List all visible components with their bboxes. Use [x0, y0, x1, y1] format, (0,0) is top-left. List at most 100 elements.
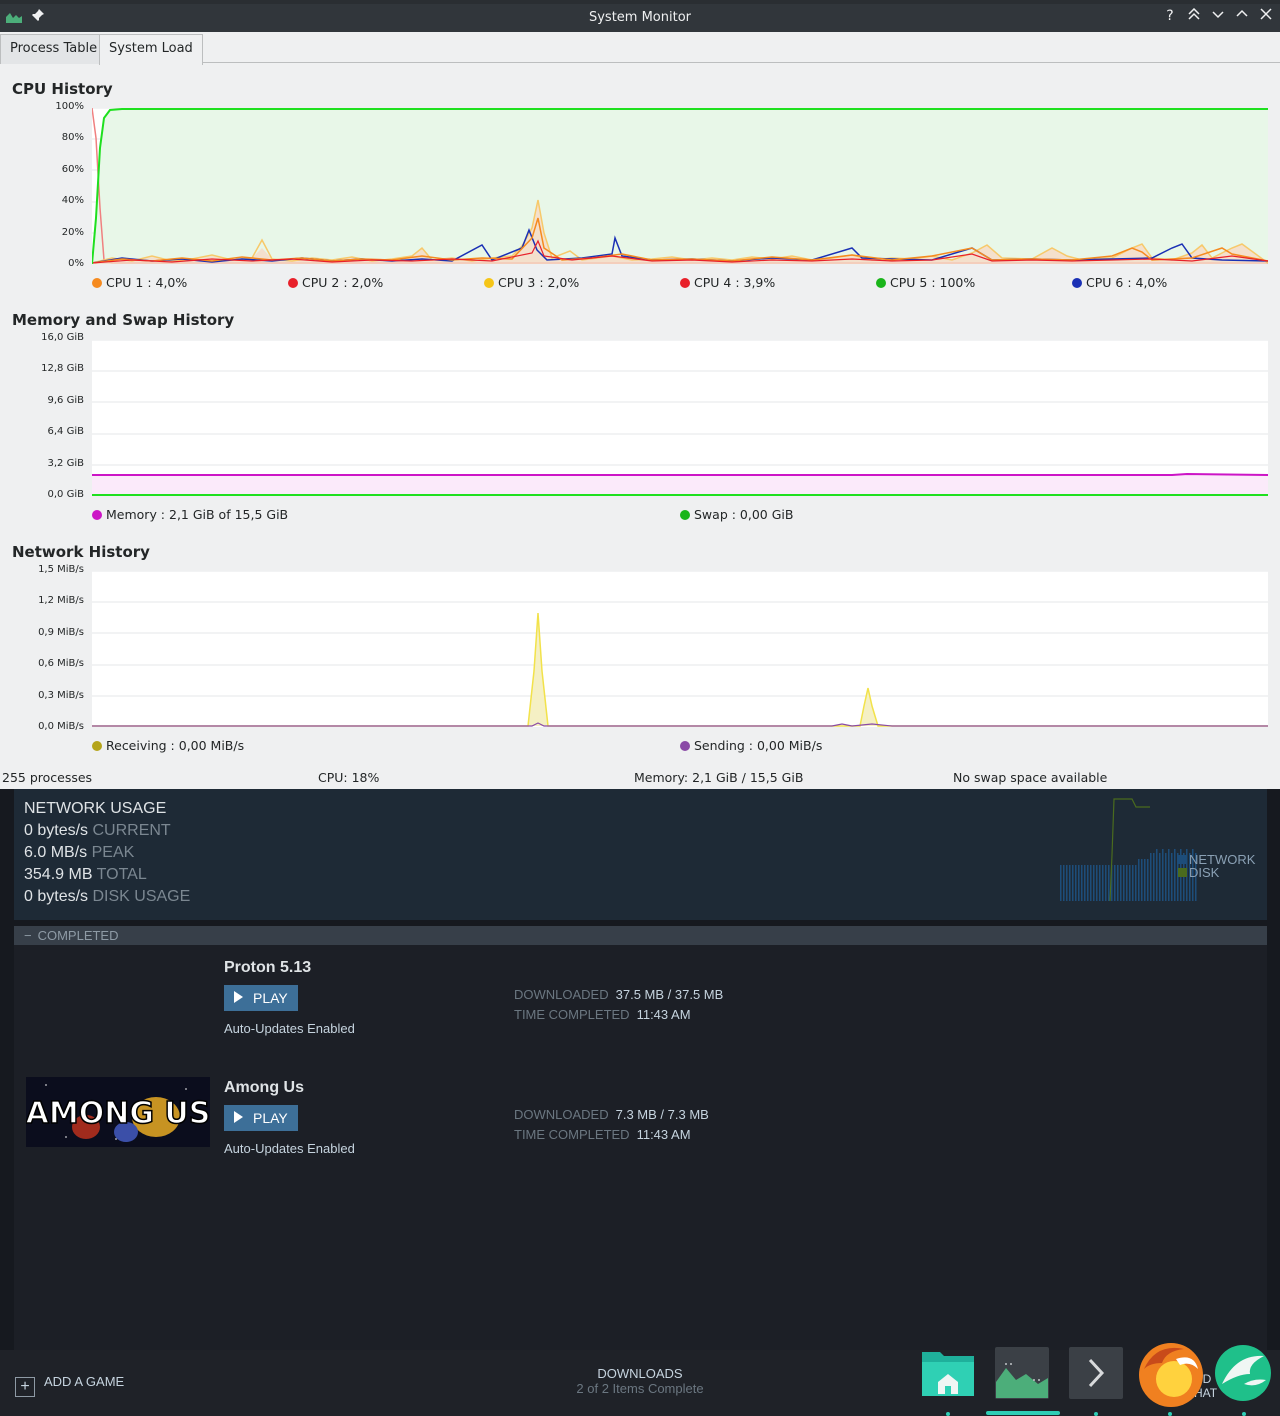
downloads-status[interactable]: DOWNLOADS 2 of 2 Items Complete [540, 1366, 740, 1396]
collapse-icon[interactable]: − [24, 928, 32, 943]
usage-row-total: 354.9 MB TOTAL [24, 866, 147, 883]
maximize-button[interactable] [1232, 8, 1252, 24]
legend-dot-icon [92, 278, 102, 288]
time-completed-info: TIME COMPLETED 11:43 AM [514, 1007, 691, 1022]
network-bar [1135, 865, 1137, 901]
completed-section-header[interactable]: − COMPLETED [14, 926, 1267, 945]
network-bar [1126, 865, 1128, 901]
title-bar[interactable]: System Monitor ? [0, 0, 1280, 32]
network-history-title: Network History [12, 543, 150, 561]
network-bar [1108, 865, 1110, 901]
auto-updates-text: Auto-Updates Enabled [224, 1141, 355, 1156]
receiving-area [92, 613, 1268, 726]
memory-history-title: Memory and Swap History [12, 311, 235, 329]
legend-item: Swap : 0,00 GiB [680, 507, 793, 522]
network-usage-title: NETWORK USAGE [24, 800, 167, 817]
network-bar [1168, 849, 1170, 901]
active-window-indicator [986, 1411, 1060, 1415]
legend-dot-icon [680, 278, 690, 288]
y-tick-label: 0,0 MiB/s [38, 721, 84, 732]
memory-history-chart [92, 339, 1269, 496]
y-tick-label: 0,6 MiB/s [38, 658, 84, 670]
status-memory: Memory: 2,1 GiB / 15,5 GiB [634, 770, 804, 785]
among-us-thumbnail[interactable]: AMONG US [26, 1077, 210, 1147]
game-name[interactable]: Proton 5.13 [224, 959, 311, 977]
dock-dot [1242, 1412, 1246, 1416]
y-tick-label: 0% [68, 258, 84, 269]
firefox-icon[interactable] [1136, 1339, 1206, 1413]
legend-dot-icon [876, 278, 886, 288]
network-bar [1096, 865, 1098, 901]
close-button[interactable] [1256, 8, 1276, 24]
network-bar [1114, 865, 1116, 901]
legend-dot-icon [680, 741, 690, 751]
legend-dot-icon [680, 510, 690, 520]
folder-icon[interactable] [920, 1346, 976, 1404]
legend-item: CPU 6 : 4,0% [1072, 275, 1167, 290]
time-completed-info: TIME COMPLETED 11:43 AM [514, 1127, 691, 1142]
auto-updates-text: Auto-Updates Enabled [224, 1021, 355, 1036]
network-bar [1069, 865, 1071, 901]
status-swap: No swap space available [953, 770, 1108, 785]
play-icon [234, 991, 243, 1003]
minimize-button[interactable] [1208, 8, 1228, 24]
status-cpu: CPU: 18% [318, 770, 380, 785]
legend-item: CPU 3 : 2,0% [484, 275, 579, 290]
legend-dot-icon [1072, 278, 1082, 288]
network-bar [1129, 865, 1131, 901]
network-bar [1066, 865, 1068, 901]
usage-row-disk: 0 bytes/s DISK USAGE [24, 888, 191, 905]
legend-dot-icon [484, 278, 494, 288]
tab-process-table[interactable]: Process Table [0, 34, 108, 64]
network-bar [1147, 859, 1149, 901]
play-icon [234, 1111, 243, 1123]
game-name[interactable]: Among Us [224, 1079, 304, 1097]
dock-dot [1168, 1412, 1172, 1416]
usage-row-current: 0 bytes/s CURRENT [24, 822, 171, 839]
y-tick-label: 100% [55, 101, 84, 112]
plus-icon: + [15, 1377, 35, 1397]
y-tick-label: 1,2 MiB/s [38, 595, 84, 607]
legend-item: CPU 4 : 3,9% [680, 275, 775, 290]
play-button[interactable]: PLAY [224, 1105, 298, 1131]
network-bar [1081, 865, 1083, 901]
terminal-icon[interactable] [1068, 1346, 1124, 1404]
play-button[interactable]: PLAY [224, 985, 298, 1011]
help-button[interactable]: ? [1160, 8, 1180, 24]
network-bar [1162, 849, 1164, 901]
download-item: Proton 5.13 PLAY Auto-Updates Enabled DO… [14, 945, 1267, 1063]
status-processes: 255 processes [2, 770, 93, 785]
completed-label: COMPLETED [37, 928, 119, 943]
legend-dot-icon [92, 741, 102, 751]
network-bar [1138, 859, 1140, 901]
network-bar [1060, 865, 1062, 901]
network-bar [1090, 865, 1092, 901]
network-bar [1132, 865, 1134, 901]
download-item: AMONG US Among Us PLAY Auto-Updates Enab… [14, 1065, 1267, 1183]
krita-icon[interactable] [1214, 1344, 1272, 1406]
y-tick-label: 0,9 MiB/s [38, 626, 84, 638]
legend-dot-icon [92, 510, 102, 520]
cpu-history-title: CPU History [12, 80, 113, 98]
network-bar [1120, 865, 1122, 901]
system-monitor-icon[interactable] [994, 1346, 1050, 1404]
network-bar [1174, 849, 1176, 901]
network-bar [1087, 865, 1089, 901]
memory-line [92, 472, 1269, 476]
dock-dot [1094, 1412, 1098, 1416]
y-tick-label: 80% [61, 132, 84, 144]
legend-item: Sending : 0,00 MiB/s [680, 738, 822, 753]
keep-above-button[interactable] [1184, 7, 1204, 24]
system-monitor-window: System Monitor ? Process Table System Lo… [0, 0, 1280, 789]
dock [906, 1343, 1280, 1416]
network-bar [1072, 865, 1074, 901]
tab-system-load[interactable]: System Load [99, 34, 203, 65]
network-bar [1063, 865, 1065, 901]
cpu-history-chart [91, 107, 1269, 265]
tab-bar: Process Table System Load [0, 32, 1280, 65]
svg-text:AMONG US: AMONG US [26, 1096, 210, 1131]
add-a-game-button[interactable]: + ADD A GAME [15, 1374, 124, 1397]
downloaded-info: DOWNLOADED 37.5 MB / 37.5 MB [514, 987, 724, 1002]
network-bar [1141, 859, 1143, 901]
y-tick-label: 20% [61, 226, 84, 238]
